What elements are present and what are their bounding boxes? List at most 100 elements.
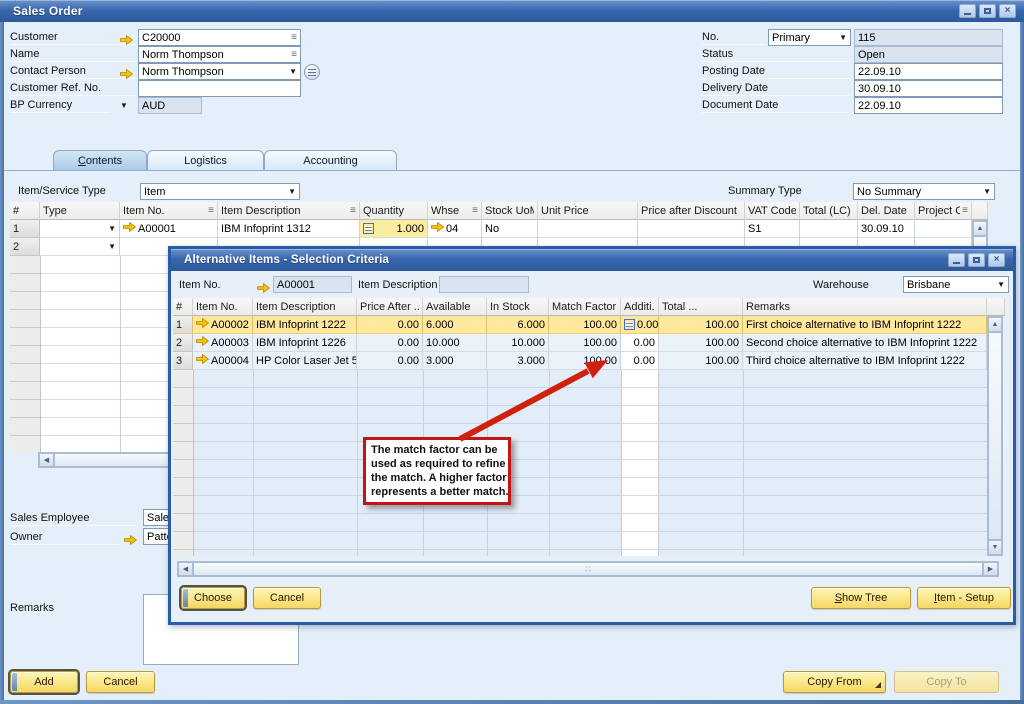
- name-input[interactable]: Norm Thompson ≡: [138, 46, 301, 63]
- row-number-cell[interactable]: 3: [173, 352, 193, 370]
- link-arrow-icon[interactable]: [123, 222, 136, 235]
- row-number-cell[interactable]: 1: [10, 220, 40, 238]
- price-after-cell[interactable]: 0.00: [357, 334, 423, 352]
- row-number-cell[interactable]: 1: [173, 316, 193, 334]
- col-header-project[interactable]: Project C...≡: [915, 202, 972, 220]
- available-cell[interactable]: 10.000: [423, 334, 487, 352]
- price-after-cell[interactable]: 0.00: [357, 316, 423, 334]
- link-arrow-icon[interactable]: [196, 354, 209, 367]
- row-number-cell[interactable]: 2: [10, 238, 40, 256]
- contact-person-select[interactable]: Norm Thompson ▼: [138, 63, 301, 80]
- total-cell[interactable]: 100.00: [659, 316, 743, 334]
- stock-uom-cell[interactable]: No: [482, 220, 538, 238]
- item-no-cell[interactable]: A00004: [193, 352, 253, 370]
- col-header-total-lc[interactable]: Total (LC): [800, 202, 858, 220]
- col-header-stock-uom[interactable]: Stock UoM: [482, 202, 538, 220]
- add-button[interactable]: Add: [10, 671, 78, 693]
- dialog-item-link-arrow-icon[interactable]: [257, 280, 270, 298]
- dialog-cancel-button[interactable]: Cancel: [253, 587, 321, 609]
- project-cell[interactable]: [915, 220, 972, 238]
- bp-currency-dropdown[interactable]: ▼: [120, 101, 128, 110]
- total-cell[interactable]: 100.00: [659, 334, 743, 352]
- posting-date-input[interactable]: 22.09.10: [854, 63, 1003, 80]
- type-cell[interactable]: ▼: [40, 220, 120, 238]
- item-description-cell[interactable]: IBM Infoprint 1222: [253, 316, 357, 334]
- item-description-cell[interactable]: HP Color Laser Jet 5: [253, 352, 357, 370]
- close-button[interactable]: ×: [999, 4, 1016, 18]
- total-lc-cell[interactable]: [800, 220, 858, 238]
- dialog-close-button[interactable]: ×: [988, 253, 1005, 267]
- tab-logistics[interactable]: Logistics: [147, 150, 264, 171]
- in-stock-cell[interactable]: 10.000: [487, 334, 549, 352]
- owner-link-arrow-icon[interactable]: [124, 532, 137, 550]
- col-header-price-after[interactable]: Price After ...: [357, 298, 423, 316]
- price-after-cell[interactable]: 0.00: [357, 352, 423, 370]
- col-header-available[interactable]: Available: [423, 298, 487, 316]
- col-header-unit-price[interactable]: Unit Price: [538, 202, 638, 220]
- total-cell[interactable]: 100.00: [659, 352, 743, 370]
- dialog-minimize-button[interactable]: [948, 253, 965, 267]
- link-arrow-icon[interactable]: [431, 222, 444, 235]
- col-header-vat-code[interactable]: VAT Code: [745, 202, 800, 220]
- match-factor-cell[interactable]: 100.00: [549, 316, 621, 334]
- maximize-button[interactable]: [979, 4, 996, 18]
- remarks-cell[interactable]: First choice alternative to IBM Infoprin…: [743, 316, 987, 334]
- match-factor-cell[interactable]: 100.00: [549, 334, 621, 352]
- col-header-type[interactable]: Type: [40, 202, 120, 220]
- item-no-cell[interactable]: A00002: [193, 316, 253, 334]
- item-no-cell[interactable]: A00003: [193, 334, 253, 352]
- customer-ref-input[interactable]: [138, 80, 301, 97]
- whse-cell[interactable]: 04: [428, 220, 482, 238]
- row-number-cell[interactable]: 2: [173, 334, 193, 352]
- additional-cell[interactable]: 0.00: [621, 334, 659, 352]
- dialog-grid-hscrollbar[interactable]: ◀ ∷ ▶: [177, 561, 999, 577]
- additional-cell[interactable]: 0.00: [621, 352, 659, 370]
- minimize-button[interactable]: [959, 4, 976, 18]
- remarks-cell[interactable]: Second choice alternative to IBM Infopri…: [743, 334, 987, 352]
- choose-button[interactable]: Choose: [181, 587, 245, 609]
- item-description-cell[interactable]: IBM Infoprint 1312: [218, 220, 360, 238]
- tab-contents[interactable]: Contents: [53, 150, 147, 171]
- copy-from-button[interactable]: Copy From: [783, 671, 886, 693]
- link-arrow-icon[interactable]: [196, 318, 209, 331]
- in-stock-cell[interactable]: 6.000: [487, 316, 549, 334]
- item-no-cell[interactable]: A00001: [120, 220, 218, 238]
- item-description-cell[interactable]: IBM Infoprint 1226: [253, 334, 357, 352]
- item-service-type-select[interactable]: Item ▼: [140, 183, 300, 200]
- col-header-total[interactable]: Total ...: [659, 298, 743, 316]
- scroll-down-icon[interactable]: ▼: [988, 540, 1002, 555]
- unit-price-cell[interactable]: [538, 220, 638, 238]
- additional-cell[interactable]: 0.00: [621, 316, 659, 334]
- col-header-item-description[interactable]: Item Description: [253, 298, 357, 316]
- col-header-match-factor[interactable]: Match Factor: [549, 298, 621, 316]
- col-header-whse[interactable]: Whse ≡: [428, 202, 482, 220]
- dialog-titlebar[interactable]: Alternative Items - Selection Criteria ×: [171, 249, 1013, 271]
- scroll-up-icon[interactable]: ▲: [973, 221, 987, 236]
- list-icon[interactable]: [363, 223, 374, 234]
- scroll-left-icon[interactable]: ◀: [39, 453, 54, 467]
- remarks-cell[interactable]: Third choice alternative to IBM Infoprin…: [743, 352, 987, 370]
- scroll-up-icon[interactable]: ▲: [988, 317, 1002, 332]
- available-cell[interactable]: 6.000: [423, 316, 487, 334]
- summary-type-select[interactable]: No Summary ▼: [853, 183, 995, 200]
- dialog-warehouse-select[interactable]: Brisbane ▼: [903, 276, 1009, 293]
- contact-details-button[interactable]: [304, 64, 320, 80]
- type-cell[interactable]: ▼: [40, 238, 120, 256]
- tab-accounting[interactable]: Accounting: [264, 150, 397, 171]
- col-header-additional[interactable]: Additi...: [621, 298, 659, 316]
- link-arrow-icon[interactable]: [196, 336, 209, 349]
- dialog-maximize-button[interactable]: [968, 253, 985, 267]
- col-header-price-after-discount[interactable]: Price after Discount: [638, 202, 745, 220]
- col-header-in-stock[interactable]: In Stock: [487, 298, 549, 316]
- quantity-cell[interactable]: 1.000: [360, 220, 428, 238]
- col-header-item-description[interactable]: Item Description ≡: [218, 202, 360, 220]
- show-tree-button[interactable]: Show Tree: [811, 587, 911, 609]
- vat-code-cell[interactable]: S1: [745, 220, 800, 238]
- delivery-date-input[interactable]: 30.09.10: [854, 80, 1003, 97]
- col-header-quantity[interactable]: Quantity: [360, 202, 428, 220]
- dialog-grid-vscrollbar[interactable]: ▲ ▼: [987, 316, 1003, 556]
- customer-input[interactable]: C20000 ≡: [138, 29, 301, 46]
- scroll-left-icon[interactable]: ◀: [178, 562, 193, 576]
- col-header-del-date[interactable]: Del. Date: [858, 202, 915, 220]
- cancel-button[interactable]: Cancel: [86, 671, 155, 693]
